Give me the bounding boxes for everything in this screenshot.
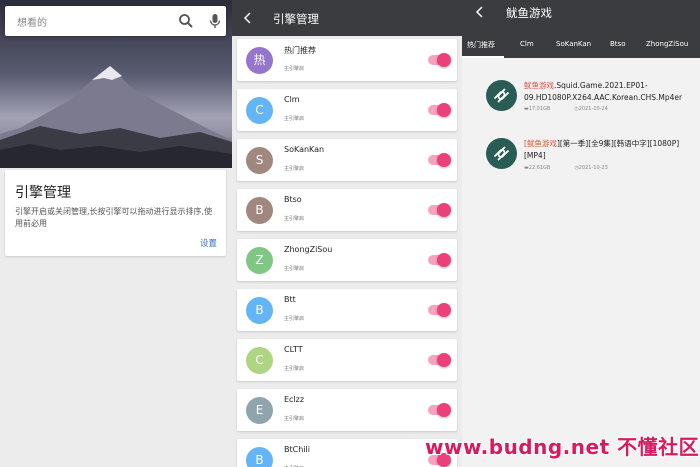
page-title: 鱿鱼游戏 [506, 6, 552, 20]
engine-avatar: Z [246, 247, 273, 274]
result-date: 2021-10-24 [578, 106, 608, 112]
engine-row[interactable]: B Btso 主引擎启 [237, 189, 457, 231]
engine-toggle[interactable] [427, 253, 451, 267]
magnet-icon [486, 80, 517, 111]
engine-row[interactable]: C Clm 主引擎启 [237, 89, 457, 131]
engine-avatar: B [246, 447, 273, 467]
result-tab[interactable]: ZhongZiSou [646, 40, 688, 48]
engine-toggle[interactable] [427, 403, 451, 417]
result-size: 22.61GB [528, 165, 551, 171]
engine-avatar: E [246, 397, 273, 424]
engine-name: Eclzz [284, 395, 305, 404]
result-tab[interactable]: SoKanKan [556, 40, 591, 48]
engine-name: Clm [284, 95, 300, 104]
engine-name: SoKanKan [284, 145, 325, 154]
engine-toggle[interactable] [427, 103, 451, 117]
search-results-panel: 鱿鱼游戏 热门推荐 Clm SoKanKan Btso ZhongZiSou 鱿鱼游戏.… [462, 0, 700, 467]
home-panel: 想看的 引擎管理 引擎开启或关闭管理,长按引擎可以拖动进行显示排序,使用前必用 … [0, 0, 232, 467]
result-item[interactable]: [鱿鱼游戏][第一季][全9集][韩语中字][1080P][MP4] ▬ 22.6… [462, 138, 700, 196]
engine-manage-card: 引擎管理 引擎开启或关闭管理,长按引擎可以拖动进行显示排序,使用前必用 设置 [5, 170, 226, 256]
result-tab[interactable]: Btso [610, 40, 625, 48]
result-title: [鱿鱼游戏][第一季][全9集][韩语中字][1080P][MP4] [524, 139, 680, 160]
card-description: 引擎开启或关闭管理,长按引擎可以拖动进行显示排序,使用前必用 [15, 207, 213, 228]
engine-name: BtChili [284, 445, 310, 454]
back-arrow-icon[interactable] [242, 11, 254, 25]
magnet-icon [486, 138, 517, 169]
back-arrow-icon[interactable] [474, 5, 486, 19]
engine-avatar: B [246, 197, 273, 224]
engine-toggle[interactable] [427, 53, 451, 67]
engine-row[interactable]: S SoKanKan 主引擎启 [237, 139, 457, 181]
page-title: 引擎管理 [273, 12, 319, 26]
engine-row[interactable]: B Btt 主引擎启 [237, 289, 457, 331]
engine-avatar: S [246, 147, 273, 174]
result-size: 17.01GB [528, 106, 551, 112]
toolbar: 鱿鱼游戏 热门推荐 Clm SoKanKan Btso ZhongZiSou [462, 0, 700, 58]
result-meta: ▬ 17.01GB ◷ 2021-10-24 [524, 106, 608, 112]
engine-row[interactable]: C CLTT 主引擎启 [237, 339, 457, 381]
active-tab-indicator [462, 56, 504, 58]
result-meta: ▬ 22.61GB ◷ 2021-10-23 [524, 165, 608, 171]
engine-status: 主引擎启 [284, 166, 305, 172]
result-item[interactable]: 鱿鱼游戏.Squid.Game.2021.EP01-09.HD1080P.X26… [462, 80, 700, 138]
engine-row[interactable]: 热 热门推荐主引擎启 [237, 39, 457, 81]
engine-name: CLTT [284, 345, 303, 354]
engine-status: 主引擎启 [284, 216, 305, 222]
settings-link[interactable]: 设置 [200, 237, 217, 249]
engine-avatar: B [246, 297, 273, 324]
engine-status: 主引擎启 [284, 416, 305, 422]
engine-status: 主引擎启 [284, 266, 305, 272]
search-placeholder: 想看的 [17, 18, 47, 29]
engine-toggle[interactable] [427, 303, 451, 317]
mic-icon[interactable] [208, 13, 222, 29]
engine-avatar: 热 [246, 47, 273, 74]
engine-status: 主引擎启 [284, 366, 305, 372]
engine-avatar: C [246, 347, 273, 374]
result-title: 鱿鱼游戏.Squid.Game.2021.EP01-09.HD1080P.X26… [524, 81, 683, 102]
result-tab[interactable]: 热门推荐 [467, 40, 495, 50]
engine-tabs: 热门推荐 Clm SoKanKan Btso ZhongZiSou [462, 32, 700, 58]
engine-toggle[interactable] [427, 153, 451, 167]
result-date: 2021-10-23 [578, 165, 608, 171]
engine-status: 主引擎启 [284, 316, 305, 322]
engine-name: Btt [284, 295, 296, 304]
engine-toggle[interactable] [427, 353, 451, 367]
watermark: www.budng.net 不懂社区 [425, 435, 700, 459]
toolbar: 引擎管理 [232, 0, 462, 36]
engine-name: Btso [284, 195, 302, 204]
card-title: 引擎管理 [15, 185, 71, 201]
engine-row[interactable]: E Eclzz 主引擎启 [237, 389, 457, 431]
engine-row[interactable]: BBtChili主引擎启 [237, 439, 457, 467]
engine-name: ZhongZiSou [284, 245, 333, 254]
engine-avatar: C [246, 97, 273, 124]
engine-name: 热门推荐 [284, 46, 316, 55]
search-bar[interactable]: 想看的 [5, 6, 226, 36]
result-tab[interactable]: Clm [520, 40, 534, 48]
engine-status: 主引擎启 [284, 116, 305, 122]
engine-status: 主引擎启 [284, 66, 305, 72]
engine-toggle[interactable] [427, 203, 451, 217]
engine-management-panel: 引擎管理 热 热门推荐主引擎启 C Clm 主引擎启 S SoKanKan 主引擎启 B Btso… [232, 0, 462, 467]
engine-row[interactable]: Z ZhongZiSou 主引擎启 [237, 239, 457, 281]
search-icon[interactable] [178, 13, 194, 29]
